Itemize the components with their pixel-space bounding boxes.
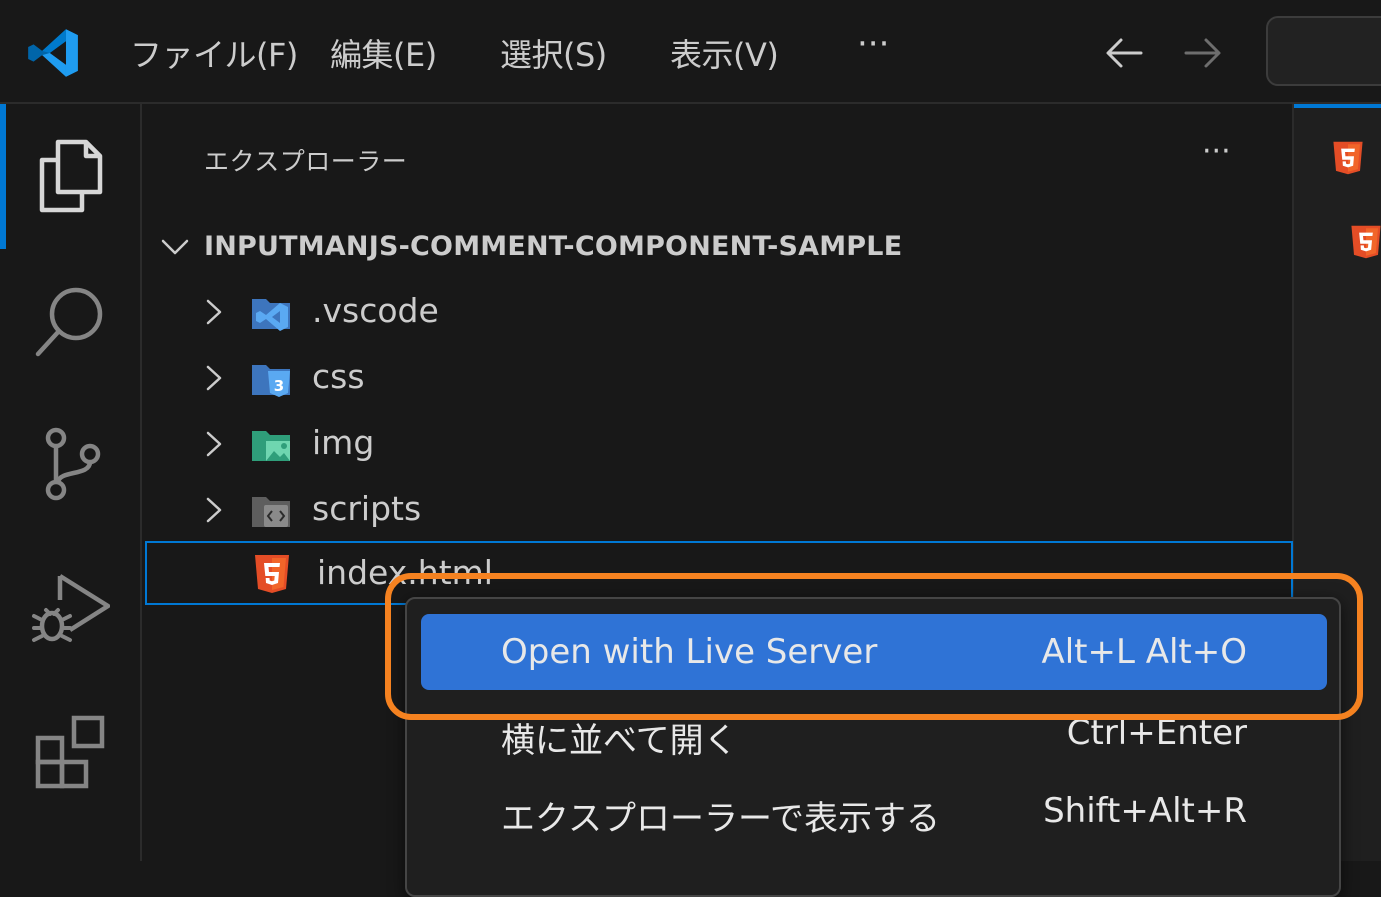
chevron-right-icon <box>206 299 222 325</box>
workspace-folder-name: INPUTMANJS-COMMENT-COMPONENT-SAMPLE <box>204 231 903 262</box>
chevron-right-icon <box>206 365 222 391</box>
explorer-more-actions-icon[interactable]: ··· <box>1202 134 1231 169</box>
menu-file[interactable]: ファイル(F) <box>130 30 298 76</box>
workspace-folder-header[interactable]: INPUTMANJS-COMMENT-COMPONENT-SAMPLE <box>142 222 1292 272</box>
menu-edit[interactable]: 編集(E) <box>330 30 437 76</box>
svg-text:3: 3 <box>274 377 284 395</box>
back-arrow-icon[interactable] <box>1103 32 1145 74</box>
menu-item-label: エクスプローラーで表示する <box>501 799 940 839</box>
editor-tab-accent <box>1294 104 1381 108</box>
tree-item-scripts[interactable]: scripts <box>142 479 1292 541</box>
chevron-right-icon <box>206 431 222 457</box>
extensions-icon[interactable] <box>30 710 110 790</box>
explorer-files-icon[interactable] <box>30 134 110 214</box>
menu-item-shortcut: Shift+Alt+R <box>1043 791 1247 831</box>
tree-item-label: img <box>312 423 375 462</box>
menu-selection[interactable]: 選択(S) <box>500 30 607 76</box>
html5-file-icon[interactable] <box>1348 221 1381 263</box>
tree-item-css[interactable]: 3 css <box>142 347 1292 409</box>
title-bar: ファイル(F) 編集(E) 選択(S) 表示(V) ··· <box>0 0 1381 104</box>
menu-item-label: 横に並べて開く <box>501 721 738 761</box>
command-center-search[interactable] <box>1266 16 1381 86</box>
tree-item-label: css <box>312 357 365 396</box>
menu-view[interactable]: 表示(V) <box>670 30 779 76</box>
chevron-down-icon <box>161 239 189 255</box>
vscode-folder-icon <box>252 299 290 331</box>
forward-arrow-icon[interactable] <box>1182 32 1224 74</box>
html5-file-icon <box>255 555 289 593</box>
html5-file-icon[interactable] <box>1330 137 1366 179</box>
tree-item-vscode[interactable]: .vscode <box>142 281 1292 343</box>
scripts-folder-icon <box>252 497 290 527</box>
vscode-logo-icon[interactable] <box>26 26 80 80</box>
chevron-right-icon <box>206 497 222 523</box>
search-icon[interactable] <box>30 282 110 362</box>
explorer-title: エクスプローラー <box>204 147 408 176</box>
source-control-icon[interactable] <box>30 424 110 504</box>
menu-more-icon[interactable]: ··· <box>857 24 889 64</box>
css-folder-icon: 3 <box>252 365 290 397</box>
callout-highlight-box <box>385 573 1363 720</box>
menu-item-reveal-in-explorer[interactable]: エクスプローラーで表示する Shift+Alt+R <box>421 773 1327 849</box>
run-debug-icon[interactable] <box>30 566 110 646</box>
active-indicator <box>0 104 6 249</box>
image-folder-icon <box>252 431 290 461</box>
activity-bar <box>0 104 142 861</box>
tree-item-label: scripts <box>312 489 422 528</box>
tree-item-img[interactable]: img <box>142 413 1292 475</box>
tree-item-label: .vscode <box>312 291 439 330</box>
